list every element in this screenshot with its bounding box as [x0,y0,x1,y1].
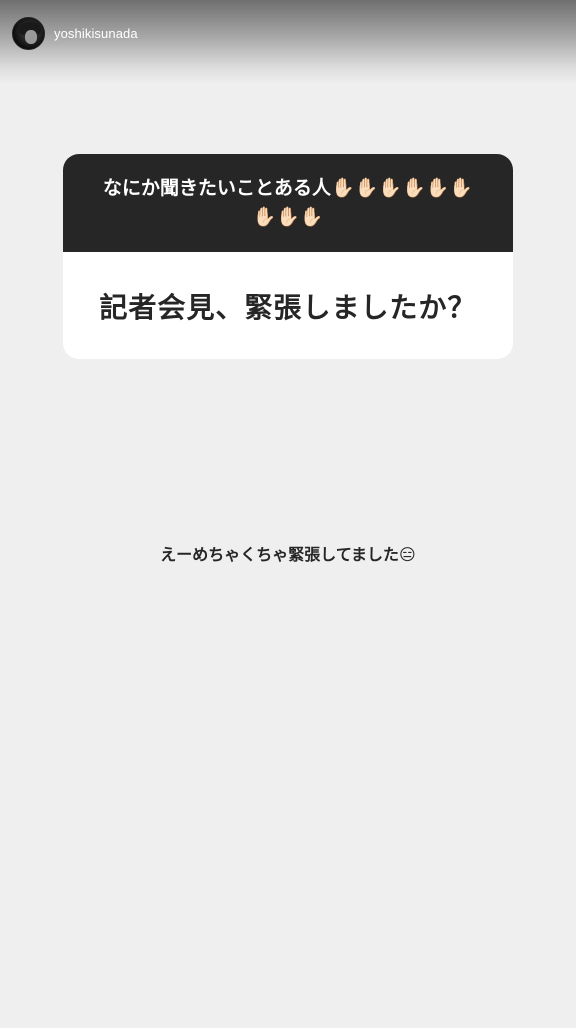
question-prompt: なにか聞きたいことある人✋🏻✋🏻✋🏻✋🏻✋🏻✋🏻✋🏻✋🏻✋🏻 [103,177,473,228]
story-screen[interactable]: yoshikisunada なにか聞きたいことある人✋🏻✋🏻✋🏻✋🏻✋🏻✋🏻✋🏻… [0,0,576,1028]
avatar-face [25,29,37,44]
avatar[interactable] [12,16,45,50]
question-text: 記者会見、緊張しましたか？ [99,290,477,324]
question-answer-area: 記者会見、緊張しましたか？ [63,252,513,359]
story-header: yoshikisunada [12,16,138,50]
question-sticker: なにか聞きたいことある人✋🏻✋🏻✋🏻✋🏻✋🏻✋🏻✋🏻✋🏻✋🏻 記者会見、緊張しま… [63,154,513,359]
question-prompt-area: なにか聞きたいことある人✋🏻✋🏻✋🏻✋🏻✋🏻✋🏻✋🏻✋🏻✋🏻 [63,154,513,252]
reply-text: えーめちゃくちゃ緊張してました😑 [160,545,416,564]
username[interactable]: yoshikisunada [54,26,138,41]
